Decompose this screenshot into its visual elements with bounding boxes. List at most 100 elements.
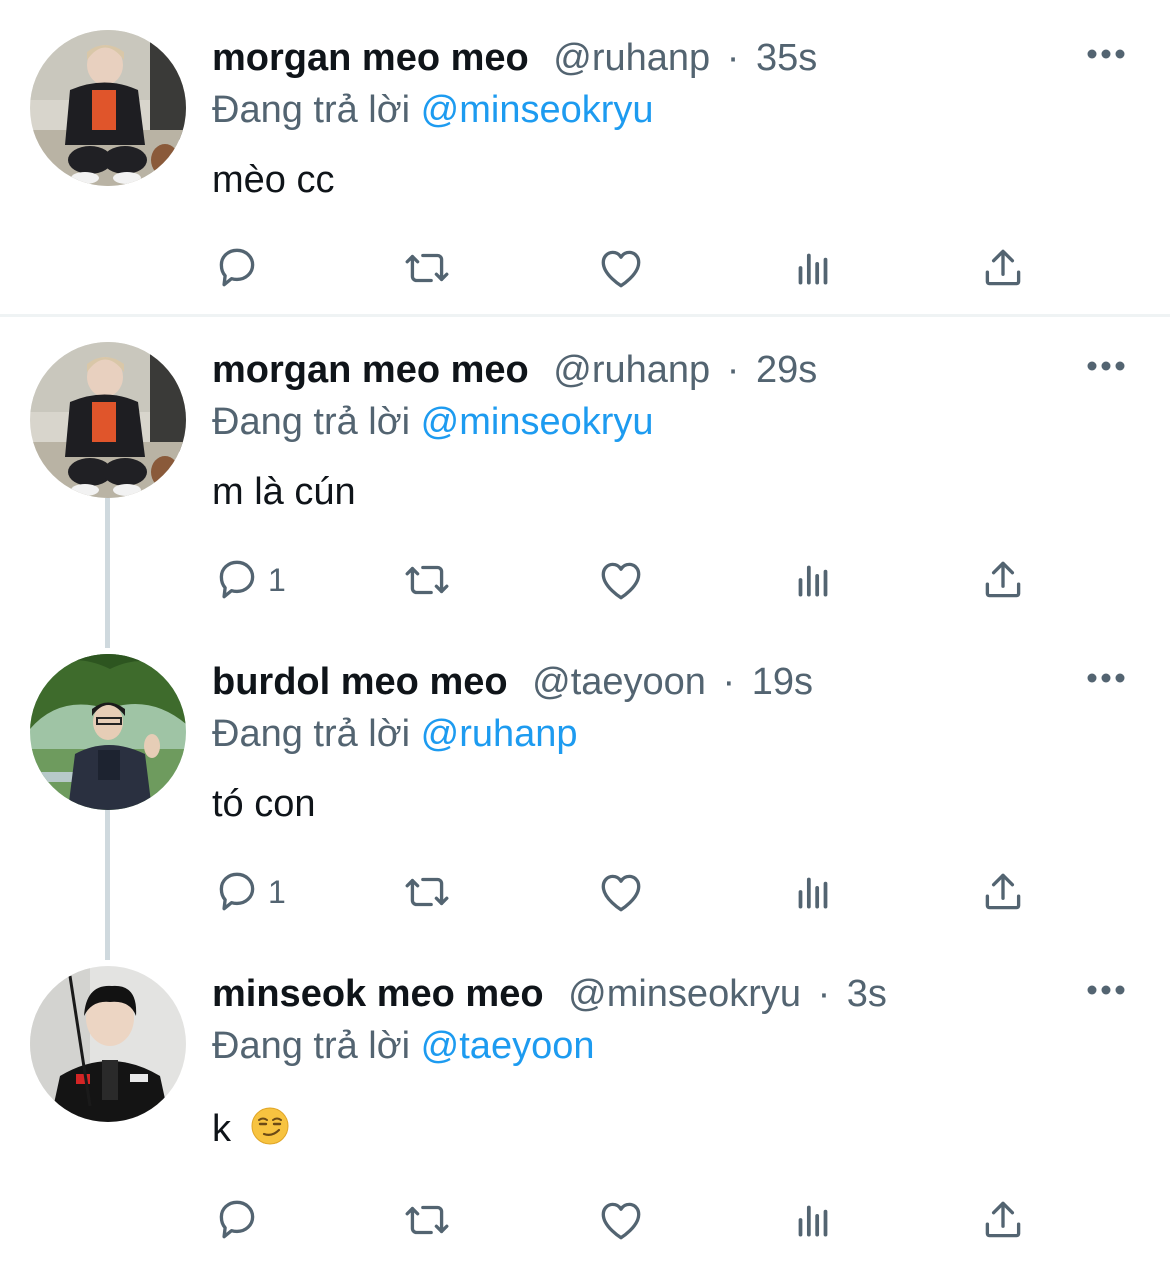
tweet-1[interactable]: morgan meo meo @ruhanp · 35s Đang trả lờ… (0, 0, 1170, 314)
display-name[interactable]: morgan meo meo (212, 37, 529, 79)
more-options-button[interactable] (1086, 668, 1130, 688)
reply-button[interactable]: 1 (212, 550, 286, 610)
like-button[interactable] (596, 550, 646, 610)
analytics-icon (798, 877, 828, 909)
analytics-icon (798, 1205, 828, 1237)
display-name[interactable]: burdol meo meo (212, 661, 508, 703)
avatar[interactable] (30, 342, 186, 498)
tweet-header: burdol meo meo @taeyoon · 19s (212, 660, 813, 704)
display-name[interactable]: morgan meo meo (212, 349, 529, 391)
reply-button[interactable] (212, 238, 268, 298)
retweet-icon (405, 877, 449, 907)
share-button[interactable] (978, 1190, 1028, 1250)
reply-prefix: Đang trả lời (212, 713, 411, 755)
avatar-minseok-icon (30, 966, 186, 1122)
reply-mention[interactable]: @minseokryu (421, 89, 654, 131)
avatar-morgan-icon (30, 342, 186, 498)
views-button[interactable] (788, 1190, 838, 1250)
like-button[interactable] (596, 1190, 646, 1250)
smirking-face-icon (250, 1106, 290, 1156)
tweet-text: tó con (212, 783, 316, 825)
reply-icon (219, 248, 255, 287)
timestamp[interactable]: 3s (847, 973, 887, 1015)
action-bar (212, 1190, 1052, 1250)
reply-icon (219, 872, 255, 911)
tweet-header: morgan meo meo @ruhanp · 35s (212, 36, 817, 80)
separator: · (722, 661, 736, 703)
more-options-button[interactable] (1086, 356, 1130, 376)
share-icon (985, 249, 1021, 286)
reply-context: Đang trả lời @taeyoon (212, 1024, 594, 1068)
views-button[interactable] (788, 550, 838, 610)
avatar[interactable] (30, 654, 186, 810)
analytics-icon (798, 565, 828, 597)
timestamp[interactable]: 35s (756, 37, 817, 79)
share-button[interactable] (978, 238, 1028, 298)
retweet-icon (405, 565, 449, 595)
share-button[interactable] (978, 862, 1028, 922)
avatar[interactable] (30, 30, 186, 186)
like-button[interactable] (596, 862, 646, 922)
handle[interactable]: @taeyoon (532, 661, 706, 703)
retweet-icon (405, 253, 449, 283)
more-options-button[interactable] (1086, 44, 1130, 64)
handle[interactable]: @ruhanp (553, 37, 710, 79)
action-bar: 1 (212, 550, 1052, 610)
heart-icon (601, 562, 641, 600)
tweet-4[interactable]: minseok meo meo @minseokryu · 3s Đang tr… (0, 936, 1170, 1262)
reply-button[interactable]: 1 (212, 862, 286, 922)
heart-icon (601, 1202, 641, 1240)
retweet-button[interactable] (402, 1190, 452, 1250)
tweet-3[interactable]: burdol meo meo @taeyoon · 19s Đang trả l… (0, 624, 1170, 936)
reply-count: 1 (268, 561, 286, 598)
timestamp[interactable]: 29s (756, 349, 817, 391)
separator: · (817, 973, 831, 1015)
tweet-header: minseok meo meo @minseokryu · 3s (212, 972, 887, 1016)
heart-icon (601, 250, 641, 288)
tweet-header: morgan meo meo @ruhanp · 29s (212, 348, 817, 392)
retweet-button[interactable] (402, 550, 452, 610)
handle[interactable]: @minseokryu (568, 973, 801, 1015)
share-icon (985, 561, 1021, 598)
separator: · (726, 37, 740, 79)
reply-icon (219, 1200, 255, 1239)
handle[interactable]: @ruhanp (553, 349, 710, 391)
ellipsis-icon (1087, 49, 1125, 59)
reply-button[interactable] (212, 1190, 268, 1250)
reply-prefix: Đang trả lời (212, 401, 411, 443)
action-bar: 1 (212, 862, 1052, 922)
tweet-text: m là cún (212, 471, 356, 513)
avatar[interactable] (30, 966, 186, 1122)
reply-mention[interactable]: @minseokryu (421, 401, 654, 443)
more-options-button[interactable] (1086, 980, 1130, 1000)
ellipsis-icon (1087, 673, 1125, 683)
separator: · (726, 349, 740, 391)
share-button[interactable] (978, 550, 1028, 610)
retweet-button[interactable] (402, 862, 452, 922)
retweet-button[interactable] (402, 238, 452, 298)
display-name[interactable]: minseok meo meo (212, 973, 544, 1015)
avatar-morgan-icon (30, 30, 186, 186)
timestamp[interactable]: 19s (752, 661, 813, 703)
like-button[interactable] (596, 238, 646, 298)
reply-prefix: Đang trả lời (212, 89, 411, 131)
tweet-text-content: k (212, 1108, 231, 1151)
heart-icon (601, 874, 641, 912)
ellipsis-icon (1087, 361, 1125, 371)
views-button[interactable] (788, 862, 838, 922)
reply-prefix: Đang trả lời (212, 1025, 411, 1067)
tweet-text: mèo cc (212, 159, 335, 201)
analytics-icon (798, 253, 828, 285)
views-button[interactable] (788, 238, 838, 298)
reply-context: Đang trả lời @minseokryu (212, 88, 654, 132)
reply-context: Đang trả lời @minseokryu (212, 400, 654, 444)
reply-mention[interactable]: @ruhanp (421, 713, 578, 755)
reply-icon (219, 560, 255, 599)
action-bar (212, 238, 1052, 298)
avatar-burdol-icon (30, 654, 186, 810)
tweet-2[interactable]: morgan meo meo @ruhanp · 29s Đang trả lờ… (0, 312, 1170, 624)
reply-mention[interactable]: @taeyoon (421, 1025, 595, 1067)
reply-count: 1 (268, 873, 286, 910)
ellipsis-icon (1087, 985, 1125, 995)
share-icon (985, 873, 1021, 910)
